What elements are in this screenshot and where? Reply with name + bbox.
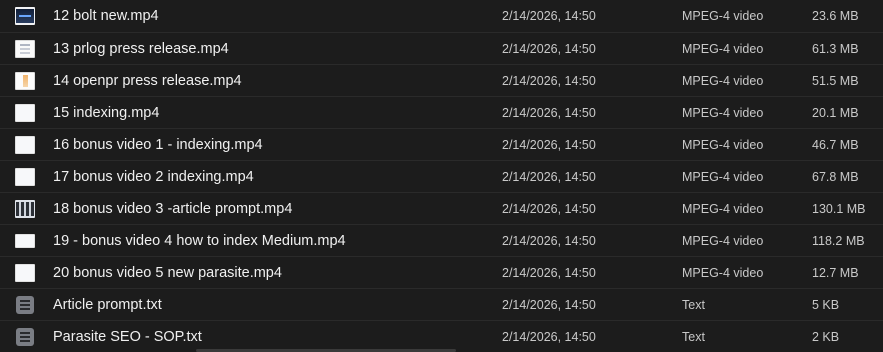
file-size: 5 KB <box>812 298 840 312</box>
file-size: 130.1 MB <box>812 202 866 216</box>
file-name: 19 - bonus video 4 how to index Medium.m… <box>53 233 346 249</box>
video-thumbnail-icon <box>15 7 35 25</box>
video-thumbnail-icon <box>15 234 35 248</box>
file-date: 2/14/2026, 14:50 <box>502 266 596 280</box>
file-size: 51.5 MB <box>812 74 859 88</box>
file-date: 2/14/2026, 14:50 <box>502 74 596 88</box>
file-name: 16 bonus video 1 - indexing.mp4 <box>53 137 263 153</box>
file-kind: Text <box>682 298 705 312</box>
file-date: 2/14/2026, 14:50 <box>502 170 596 184</box>
file-size: 23.6 MB <box>812 9 859 23</box>
file-row[interactable]: 12 bolt new.mp4 2/14/2026, 14:50 MPEG-4 … <box>0 0 883 32</box>
file-row[interactable]: 13 prlog press release.mp4 2/14/2026, 14… <box>0 32 883 64</box>
file-date: 2/14/2026, 14:50 <box>502 234 596 248</box>
file-kind: MPEG-4 video <box>682 106 764 120</box>
file-row[interactable]: 14 openpr press release.mp4 2/14/2026, 1… <box>0 64 883 96</box>
file-row[interactable]: Parasite SEO - SOP.txt 2/14/2026, 14:50 … <box>0 320 883 352</box>
video-thumbnail-icon <box>15 200 35 218</box>
file-kind: MPEG-4 video <box>682 234 764 248</box>
file-size: 67.8 MB <box>812 170 859 184</box>
file-name: 17 bonus video 2 indexing.mp4 <box>53 169 254 185</box>
video-thumbnail-icon <box>15 264 35 282</box>
file-kind: MPEG-4 video <box>682 42 764 56</box>
file-name: 20 bonus video 5 new parasite.mp4 <box>53 265 282 281</box>
file-size: 46.7 MB <box>812 138 859 152</box>
file-date: 2/14/2026, 14:50 <box>502 298 596 312</box>
file-date: 2/14/2026, 14:50 <box>502 138 596 152</box>
file-kind: MPEG-4 video <box>682 170 764 184</box>
file-kind: MPEG-4 video <box>682 138 764 152</box>
file-row[interactable]: 17 bonus video 2 indexing.mp4 2/14/2026,… <box>0 160 883 192</box>
file-kind: MPEG-4 video <box>682 202 764 216</box>
file-row[interactable]: 20 bonus video 5 new parasite.mp4 2/14/2… <box>0 256 883 288</box>
file-name: 14 openpr press release.mp4 <box>53 73 242 89</box>
video-thumbnail-icon <box>15 168 35 186</box>
file-name: Article prompt.txt <box>53 297 162 313</box>
file-size: 118.2 MB <box>812 234 865 248</box>
video-thumbnail-icon <box>15 72 35 90</box>
file-size: 12.7 MB <box>812 266 859 280</box>
video-thumbnail-icon <box>15 40 35 58</box>
file-list: 12 bolt new.mp4 2/14/2026, 14:50 MPEG-4 … <box>0 0 883 352</box>
file-row[interactable]: 15 indexing.mp4 2/14/2026, 14:50 MPEG-4 … <box>0 96 883 128</box>
file-name: Parasite SEO - SOP.txt <box>53 329 202 345</box>
video-thumbnail-icon <box>15 104 35 122</box>
file-date: 2/14/2026, 14:50 <box>502 330 596 344</box>
file-name: 15 indexing.mp4 <box>53 105 160 121</box>
file-date: 2/14/2026, 14:50 <box>502 202 596 216</box>
file-kind: MPEG-4 video <box>682 266 764 280</box>
file-kind: MPEG-4 video <box>682 9 764 23</box>
file-kind: Text <box>682 330 705 344</box>
file-kind: MPEG-4 video <box>682 74 764 88</box>
file-size: 61.3 MB <box>812 42 859 56</box>
file-name: 12 bolt new.mp4 <box>53 8 159 24</box>
file-row[interactable]: 19 - bonus video 4 how to index Medium.m… <box>0 224 883 256</box>
file-row[interactable]: 18 bonus video 3 -article prompt.mp4 2/1… <box>0 192 883 224</box>
text-file-icon <box>16 296 34 314</box>
file-size: 2 KB <box>812 330 840 344</box>
file-row[interactable]: 16 bonus video 1 - indexing.mp4 2/14/202… <box>0 128 883 160</box>
file-date: 2/14/2026, 14:50 <box>502 106 596 120</box>
text-file-icon <box>16 328 34 346</box>
file-date: 2/14/2026, 14:50 <box>502 42 596 56</box>
file-name: 13 prlog press release.mp4 <box>53 41 229 57</box>
file-name: 18 bonus video 3 -article prompt.mp4 <box>53 201 293 217</box>
file-row[interactable]: Article prompt.txt 2/14/2026, 14:50 Text… <box>0 288 883 320</box>
file-date: 2/14/2026, 14:50 <box>502 9 596 23</box>
video-thumbnail-icon <box>15 136 35 154</box>
file-size: 20.1 MB <box>812 106 859 120</box>
